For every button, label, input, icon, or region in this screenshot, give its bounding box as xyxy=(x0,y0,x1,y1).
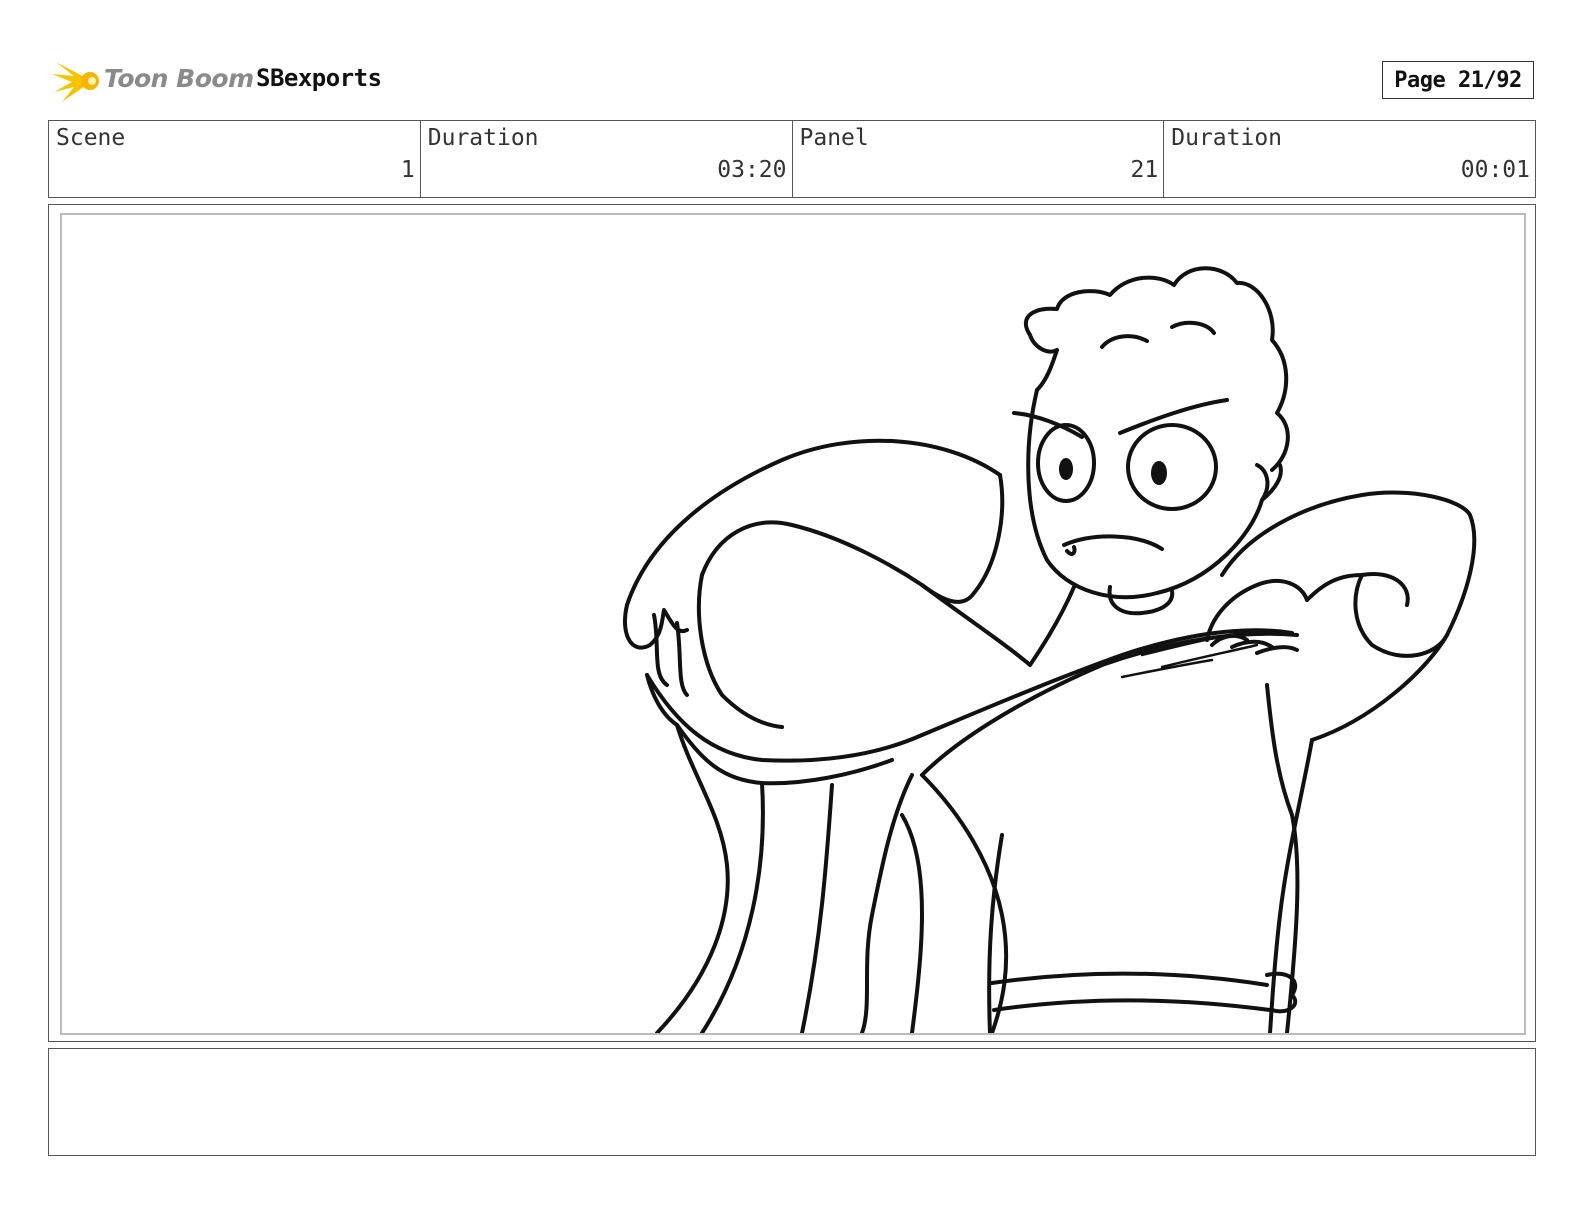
scene-cell: Scene 1 xyxy=(49,121,421,197)
panel-duration-cell: Duration 00:01 xyxy=(1164,121,1535,197)
panel-duration-value: 00:01 xyxy=(1460,157,1530,183)
panel-label: Panel xyxy=(799,125,869,151)
panel-value: 21 xyxy=(1130,157,1159,183)
storyboard-panel-image xyxy=(60,213,1526,1035)
toon-boom-burst-icon xyxy=(52,62,99,102)
page-indicator: Page 21/92 xyxy=(1382,61,1534,99)
logo-text: Toon Boom xyxy=(104,64,254,93)
storyboard-panel-frame xyxy=(48,204,1536,1042)
panel-duration-label: Duration xyxy=(1171,125,1283,151)
toon-boom-logo: Toon Boom xyxy=(52,56,254,106)
project-name: SBexports xyxy=(256,64,382,92)
scene-value: 1 xyxy=(400,157,415,183)
panel-cell: Panel 21 xyxy=(793,121,1165,197)
panel-notes-box xyxy=(48,1048,1536,1156)
scene-duration-label: Duration xyxy=(427,125,539,151)
character-sketch xyxy=(623,266,1477,1033)
scene-duration-cell: Duration 03:20 xyxy=(421,121,793,197)
scene-label: Scene xyxy=(56,125,126,151)
panel-info-table: Scene 1 Duration 03:20 Panel 21 Duration… xyxy=(48,120,1536,198)
scene-duration-value: 03:20 xyxy=(717,157,787,183)
